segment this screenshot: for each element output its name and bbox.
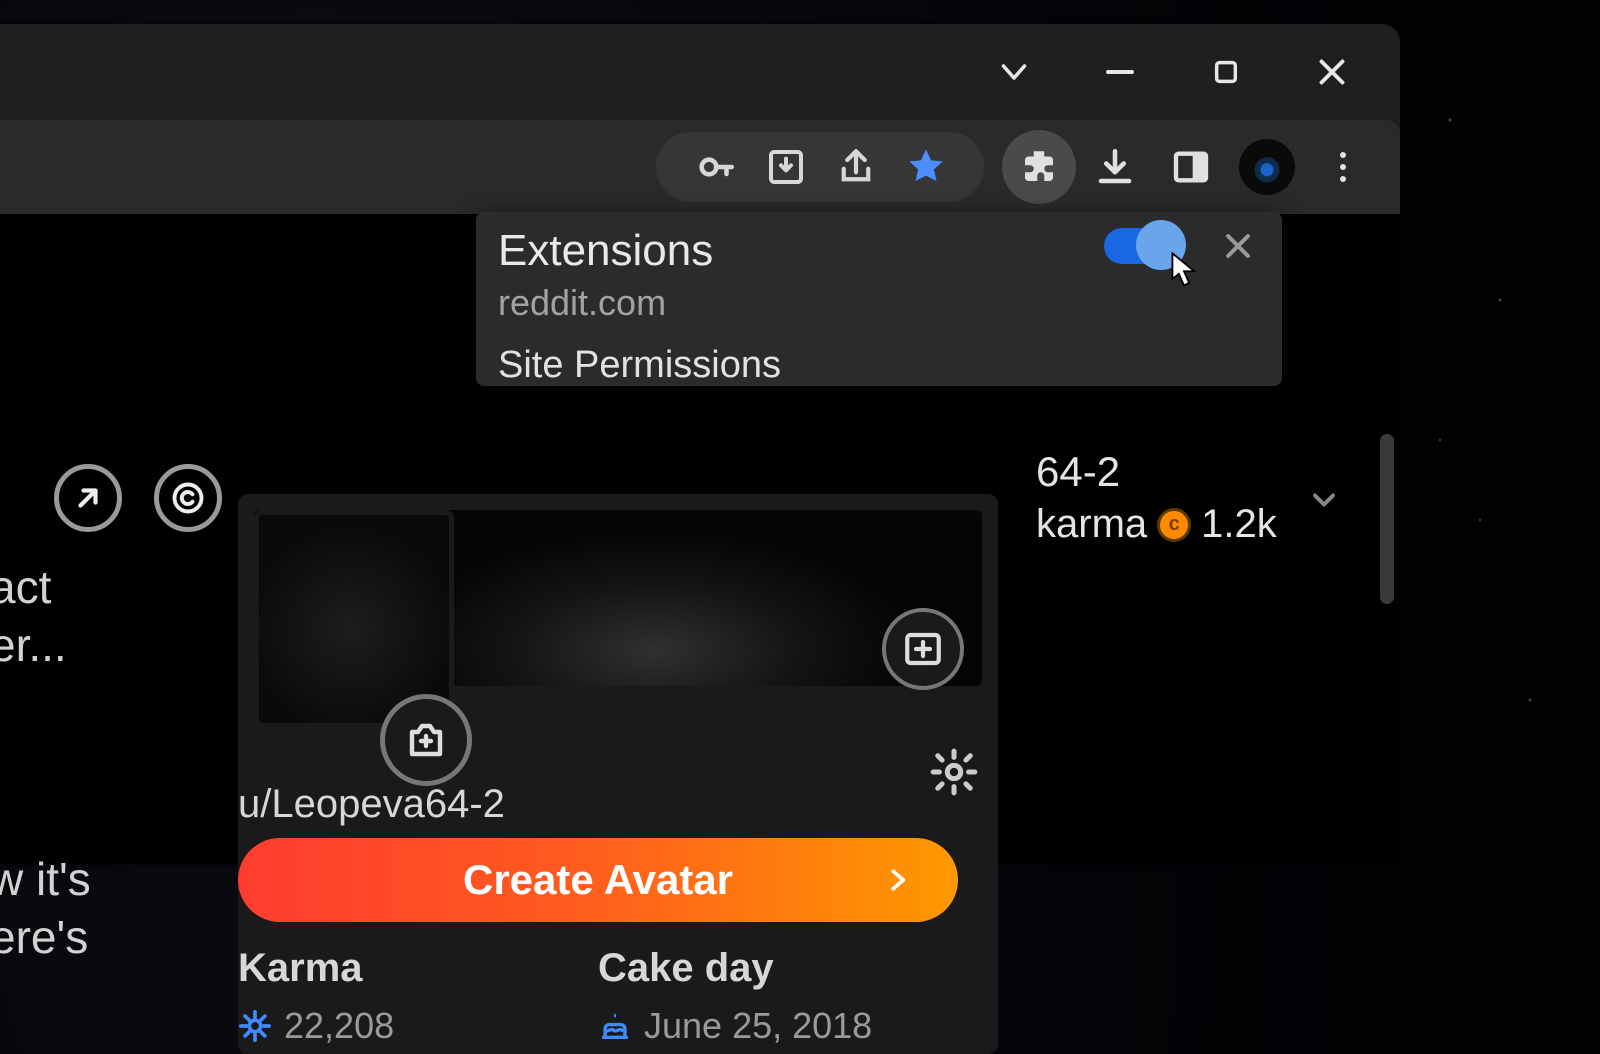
open-link-icon[interactable]: [54, 464, 122, 532]
top-username-fragment: 64-2: [1036, 448, 1277, 496]
copyright-icon[interactable]: [154, 464, 222, 532]
profile-card: u/Leopeva64-2 Create Avatar Karma: [238, 494, 998, 1054]
profile-stats: Karma 22,208 Cake day June 25, 20: [238, 946, 958, 1047]
create-avatar-button[interactable]: Create Avatar: [238, 838, 958, 922]
profile-settings-icon[interactable]: [924, 742, 984, 802]
profile-username: u/Leopeva64-2: [238, 782, 505, 827]
karma-word: karma: [1036, 502, 1147, 547]
scrollbar-thumb[interactable]: [1380, 434, 1394, 604]
install-pwa-icon[interactable]: [756, 137, 816, 197]
add-banner-button[interactable]: [882, 608, 964, 690]
close-window-button[interactable]: [1308, 48, 1356, 96]
coin-icon: c: [1157, 508, 1191, 542]
close-popover-icon[interactable]: [1216, 224, 1260, 268]
popover-site: reddit.com: [498, 282, 1260, 324]
create-avatar-label: Create Avatar: [463, 856, 733, 904]
extensions-button[interactable]: [1002, 130, 1076, 204]
cake-icon: [598, 1009, 632, 1043]
browser-window: act er... w it's ere's u/Leopeva64-2: [0, 24, 1400, 864]
toggle-knob: [1136, 220, 1186, 270]
add-avatar-photo-button[interactable]: [380, 694, 472, 786]
toolbar-icons: [1002, 130, 1380, 204]
coin-value: 1.2k: [1201, 502, 1277, 547]
cakeday-label: Cake day: [598, 946, 958, 991]
karma-label: Karma: [238, 946, 598, 991]
chevron-right-icon: [882, 865, 912, 895]
downloads-icon[interactable]: [1078, 130, 1152, 204]
karma-value: 22,208: [284, 1005, 394, 1047]
browser-toolbar: [0, 120, 1400, 214]
sidepanel-icon[interactable]: [1154, 130, 1228, 204]
extensions-popover: Extensions reddit.com Site Permissions: [476, 212, 1282, 386]
share-icon[interactable]: [826, 137, 886, 197]
kebab-menu[interactable]: [1306, 130, 1380, 204]
cakeday-value: June 25, 2018: [644, 1005, 872, 1047]
site-permissions-link[interactable]: Site Permissions: [498, 344, 1260, 387]
profile-banner: [254, 510, 982, 686]
top-user-chip[interactable]: 64-2 karma c 1.2k: [1036, 448, 1277, 547]
omnibox-actions: [656, 132, 984, 202]
minimize-button[interactable]: [1096, 48, 1144, 96]
profile-avatar[interactable]: [1230, 130, 1304, 204]
cropped-post-text-1: act er...: [0, 558, 67, 674]
tabs-dropdown-icon[interactable]: [990, 48, 1038, 96]
avatar-image: [1239, 139, 1295, 195]
maximize-button[interactable]: [1202, 48, 1250, 96]
cropped-post-text-2: w it's ere's: [0, 850, 91, 966]
karma-icon: [238, 1009, 272, 1043]
bookmark-star-icon[interactable]: [896, 137, 956, 197]
key-icon[interactable]: [686, 137, 746, 197]
extensions-toggle[interactable]: [1104, 228, 1178, 264]
chevron-down-icon[interactable]: [1306, 482, 1342, 518]
titlebar: [0, 24, 1400, 120]
